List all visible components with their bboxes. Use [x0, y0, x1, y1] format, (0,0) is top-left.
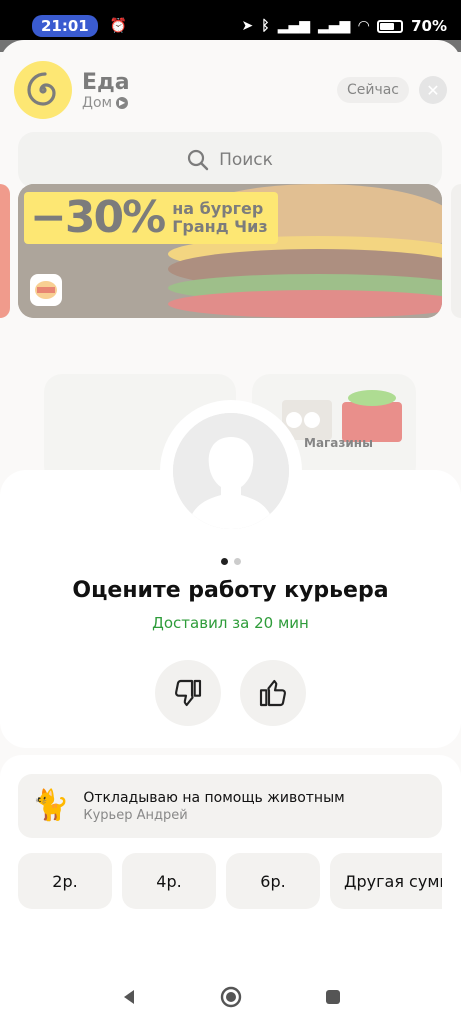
dislike-button[interactable] — [155, 660, 221, 726]
battery-icon — [377, 19, 404, 33]
recent-apps-icon[interactable] — [323, 987, 343, 1007]
thumbs-up-icon — [259, 679, 286, 707]
pager-dot-active[interactable] — [220, 558, 228, 565]
location-icon: ➤ — [241, 18, 254, 34]
tip-options: 2р. 4р. 6р. Другая сумма — [18, 853, 442, 909]
tip-option-custom[interactable]: Другая сумма — [330, 853, 442, 909]
wifi-icon: ◠ — [358, 18, 370, 34]
battery-level: 70% — [411, 17, 447, 35]
donation-card[interactable]: 🐈 Откладываю на помощь животным Курьер А… — [18, 774, 442, 838]
alarm-icon: ⏰ — [109, 18, 128, 34]
back-icon[interactable] — [119, 987, 139, 1007]
pager-dot[interactable] — [233, 558, 241, 565]
donation-text: Откладываю на помощь животным Курьер Анд… — [83, 790, 344, 823]
system-nav-bar — [0, 969, 461, 1024]
courier-avatar — [173, 413, 289, 529]
carousel-pager — [0, 558, 461, 565]
tip-option-3[interactable]: 6р. — [226, 853, 320, 909]
person-placeholder-icon — [173, 413, 289, 529]
tip-option-1[interactable]: 2р. — [18, 853, 112, 909]
courier-name: Курьер Андрей — [83, 807, 188, 823]
rating-title: Оцените работу курьера — [72, 578, 389, 603]
like-button[interactable] — [240, 660, 306, 726]
cat-icon: 🐈 — [32, 788, 70, 823]
donation-title: Откладываю на помощь животным — [83, 789, 345, 806]
thumbs-down-icon — [175, 679, 202, 707]
delivery-time-text: Доставил за 20 мин — [152, 614, 309, 632]
signal-icon-2: ▂▄▆ — [318, 18, 351, 34]
status-time: 21:01 — [32, 15, 98, 37]
signal-icon: ▂▄▆ — [277, 18, 310, 34]
bluetooth-icon: ᛒ — [261, 18, 270, 34]
home-icon[interactable] — [219, 985, 243, 1009]
screen: 21:01 ⏰ ➤ ᛒ ▂▄▆ ▂▄▆ ◠ 70% Еда Дом ▶ Сейч… — [0, 0, 461, 1024]
tip-option-2[interactable]: 4р. — [122, 853, 216, 909]
courier-avatar-frame — [160, 400, 302, 542]
